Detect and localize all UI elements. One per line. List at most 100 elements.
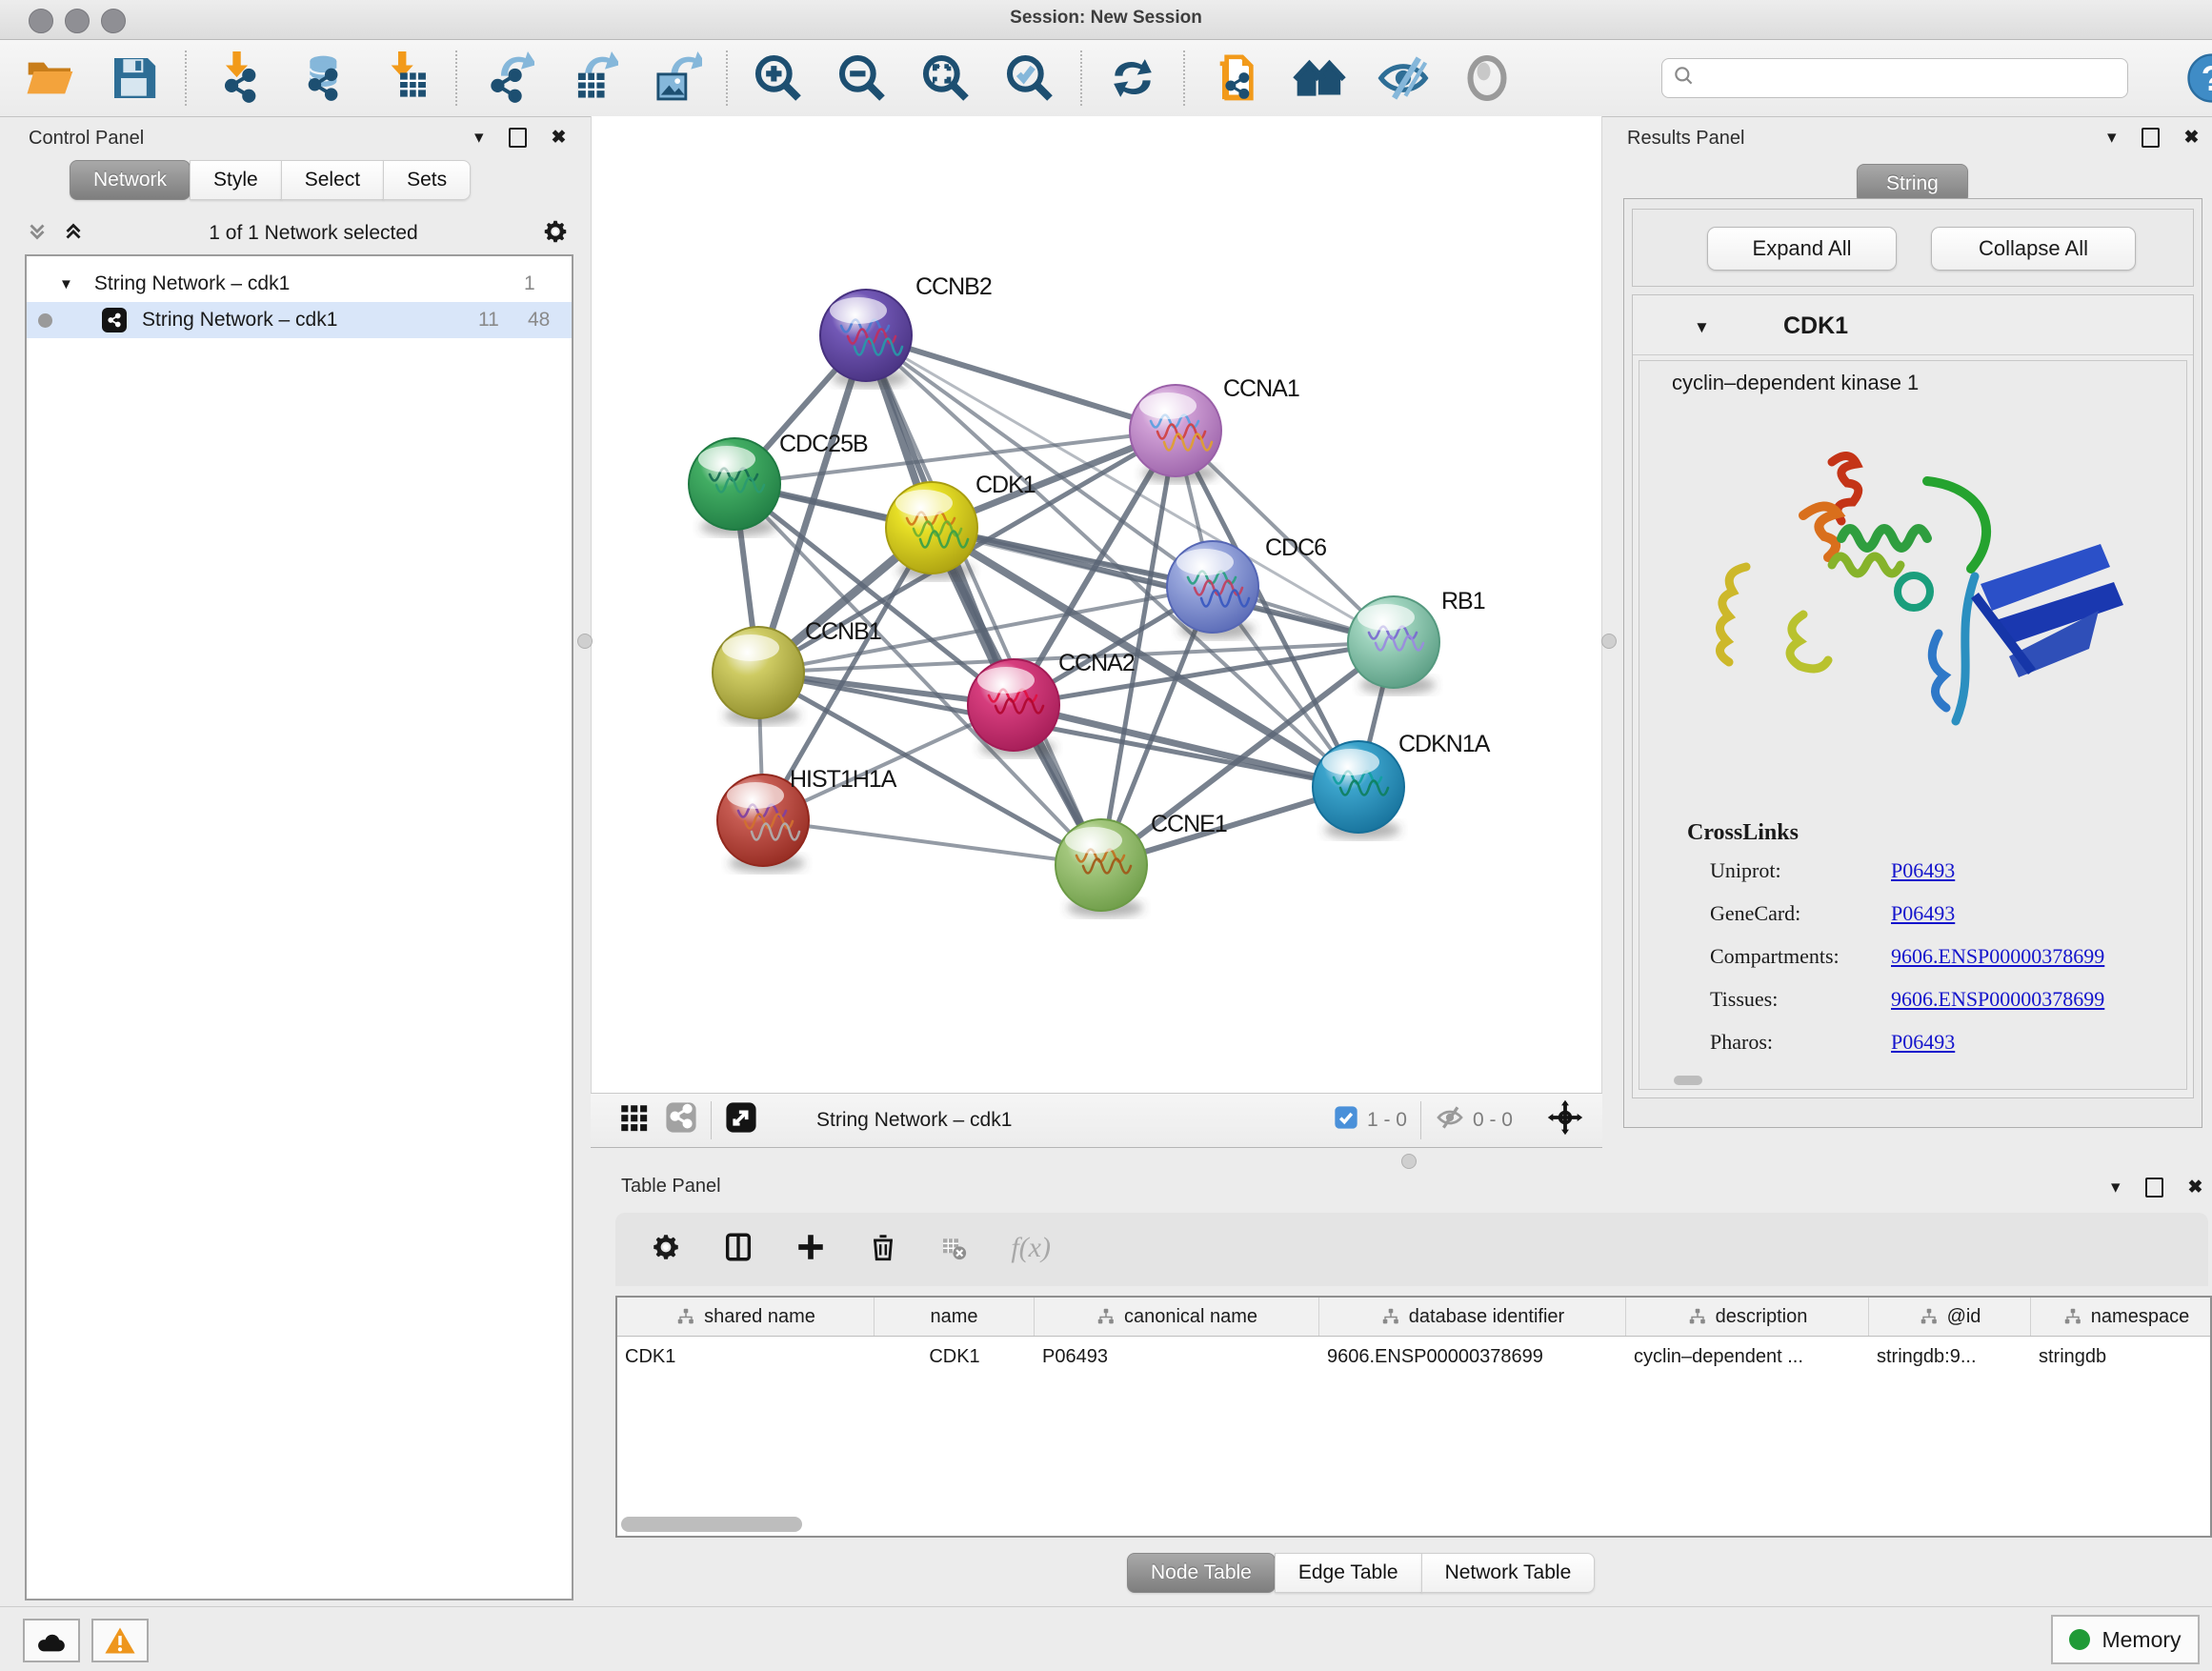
export-image-button[interactable] [646,49,705,108]
import-network-button[interactable] [208,49,267,108]
edge-HIST1H1A-CCNE1[interactable] [763,820,1101,865]
edge-CCNB2-CCNA1[interactable] [866,335,1176,431]
close-panel-icon[interactable]: ✖ [552,129,567,148]
float-panel-icon[interactable] [2145,1178,2163,1198]
import-database-button[interactable] [292,49,351,108]
column-header-description[interactable]: description [1626,1298,1869,1336]
float-menu-icon[interactable]: ▾ [474,129,484,148]
zoom-in-button[interactable] [749,49,808,108]
float-menu-icon[interactable]: ▾ [2107,129,2117,148]
collapse-triangle-icon[interactable]: ▼ [1694,318,1710,337]
node-CCNE1[interactable] [1056,819,1147,917]
pan-crosshair-icon[interactable] [1547,1099,1583,1141]
help-button[interactable]: ? [2185,49,2212,108]
expand-all-icon[interactable] [61,219,86,249]
edge-CCNB2-CCNE1[interactable] [866,335,1101,865]
open-in-window-icon[interactable] [725,1101,757,1139]
node-CDC25B[interactable] [689,438,780,536]
table-row[interactable]: CDK1CDK1P064939606.ENSP00000378699cyclin… [617,1337,2210,1377]
right-splitter-handle[interactable] [1601,634,1617,649]
save-button[interactable] [105,49,164,108]
close-panel-icon[interactable]: ✖ [2188,1178,2203,1198]
eye-slash-button[interactable] [1374,49,1433,108]
network-row-selected[interactable]: String Network – cdk1 11 48 [27,302,572,338]
tab-network-table[interactable]: Network Table [1421,1553,1596,1593]
show-columns-icon[interactable] [722,1231,754,1268]
annotation-button[interactable] [1206,49,1265,108]
crosslink-link[interactable]: P06493 [1891,901,1955,926]
network-name: String Network – cdk1 [142,309,337,332]
node-CCNA1[interactable] [1130,385,1221,483]
export-table-button[interactable] [562,49,621,108]
zoom-selected-button[interactable] [1000,49,1059,108]
network-collection-row[interactable]: ▼ String Network – cdk1 1 [27,266,572,302]
mini-scrollbar[interactable] [1674,1076,1702,1085]
cell-namespace[interactable]: stringdb [2031,1337,2212,1377]
collapse-all-button[interactable]: Collapse All [1931,227,2136,271]
horizontal-scrollbar-thumb[interactable] [621,1517,802,1532]
cell--id[interactable]: stringdb:9... [1869,1337,2031,1377]
crosslink-link[interactable]: 9606.ENSP00000378699 [1891,944,2104,969]
add-column-icon[interactable] [794,1231,827,1268]
horizontal-splitter-handle[interactable] [1401,1154,1417,1169]
home-button[interactable] [1290,49,1349,108]
cell-shared-name[interactable]: CDK1 [617,1337,875,1377]
float-panel-icon[interactable] [509,128,527,148]
tab-edge-table[interactable]: Edge Table [1275,1553,1422,1593]
close-panel-icon[interactable]: ✖ [2184,129,2200,148]
left-splitter-handle[interactable] [577,634,593,649]
main-toolbar: ? [0,40,2212,117]
crosslink-link[interactable]: P06493 [1891,858,1955,883]
column-header-database-identifier[interactable]: database identifier [1319,1298,1626,1336]
tab-network[interactable]: Network [70,160,191,200]
birdseye-grid-icon[interactable] [617,1101,650,1139]
search-field[interactable] [1661,58,2128,98]
node-CDK1[interactable] [886,482,977,580]
network-graph[interactable]: CCNB2CCNA1CDC25BCDK1CDC6RB1CCNB1CCNA2CDK… [592,116,1601,1093]
tab-sets[interactable]: Sets [383,160,471,200]
network-canvas[interactable]: CCNB2CCNA1CDC25BCDK1CDC6RB1CCNB1CCNA2CDK… [591,116,1602,1093]
float-menu-icon[interactable]: ▾ [2111,1178,2121,1198]
crosslink-link[interactable]: P06493 [1891,1030,1955,1055]
cloud-status-button[interactable] [23,1619,80,1662]
node-CDKN1A[interactable] [1313,741,1404,839]
cell-description[interactable]: cyclin–dependent ... [1626,1337,1869,1377]
cdk1-header-row[interactable]: ▼ CDK1 [1633,305,2193,355]
cell-name[interactable]: CDK1 [875,1337,1035,1377]
cell-canonical-name[interactable]: P06493 [1035,1337,1319,1377]
tab-node-table[interactable]: Node Table [1127,1553,1276,1593]
collapse-all-icon[interactable] [25,219,50,249]
delete-column-icon[interactable] [867,1231,899,1268]
node-label-HIST1H1A: HIST1H1A [790,766,897,793]
search-input[interactable] [1704,67,2118,91]
collection-expand-triangle-icon[interactable]: ▼ [59,276,73,292]
node-RB1[interactable] [1348,596,1439,695]
refresh-button[interactable] [1103,49,1162,108]
folder-open-button[interactable] [21,49,80,108]
column-header-name[interactable]: name [875,1298,1035,1336]
memory-button[interactable]: Memory [2051,1615,2200,1664]
tab-style[interactable]: Style [190,160,282,200]
warning-status-button[interactable] [91,1619,149,1662]
zoom-out-button[interactable] [833,49,892,108]
column-header-namespace[interactable]: namespace [2031,1298,2212,1336]
node-table[interactable]: shared namenamecanonical namedatabase id… [615,1296,2212,1538]
eye-button[interactable] [1458,49,1517,108]
control-panel: Control Panel ▾ ✖ NetworkStyleSelectSets… [10,124,583,1597]
selected-checkbox-icon[interactable] [1333,1104,1359,1137]
cell-database-identifier[interactable]: 9606.ENSP00000378699 [1319,1337,1626,1377]
tab-select[interactable]: Select [281,160,384,200]
column-header-shared-name[interactable]: shared name [617,1298,875,1336]
node-CCNB1[interactable] [713,627,804,725]
network-options-gear-icon[interactable] [541,217,570,251]
import-table-button[interactable] [375,49,434,108]
table-options-gear-icon[interactable] [650,1231,682,1268]
column-header--id[interactable]: @id [1869,1298,2031,1336]
zoom-fit-button[interactable] [916,49,975,108]
crosslink-link[interactable]: 9606.ENSP00000378699 [1891,987,2104,1012]
float-panel-icon[interactable] [2142,128,2160,148]
export-network-button[interactable] [478,49,537,108]
result-description: cyclin–dependent kinase 1 [1672,371,1919,395]
column-header-canonical-name[interactable]: canonical name [1035,1298,1319,1336]
expand-all-button[interactable]: Expand All [1707,227,1897,271]
